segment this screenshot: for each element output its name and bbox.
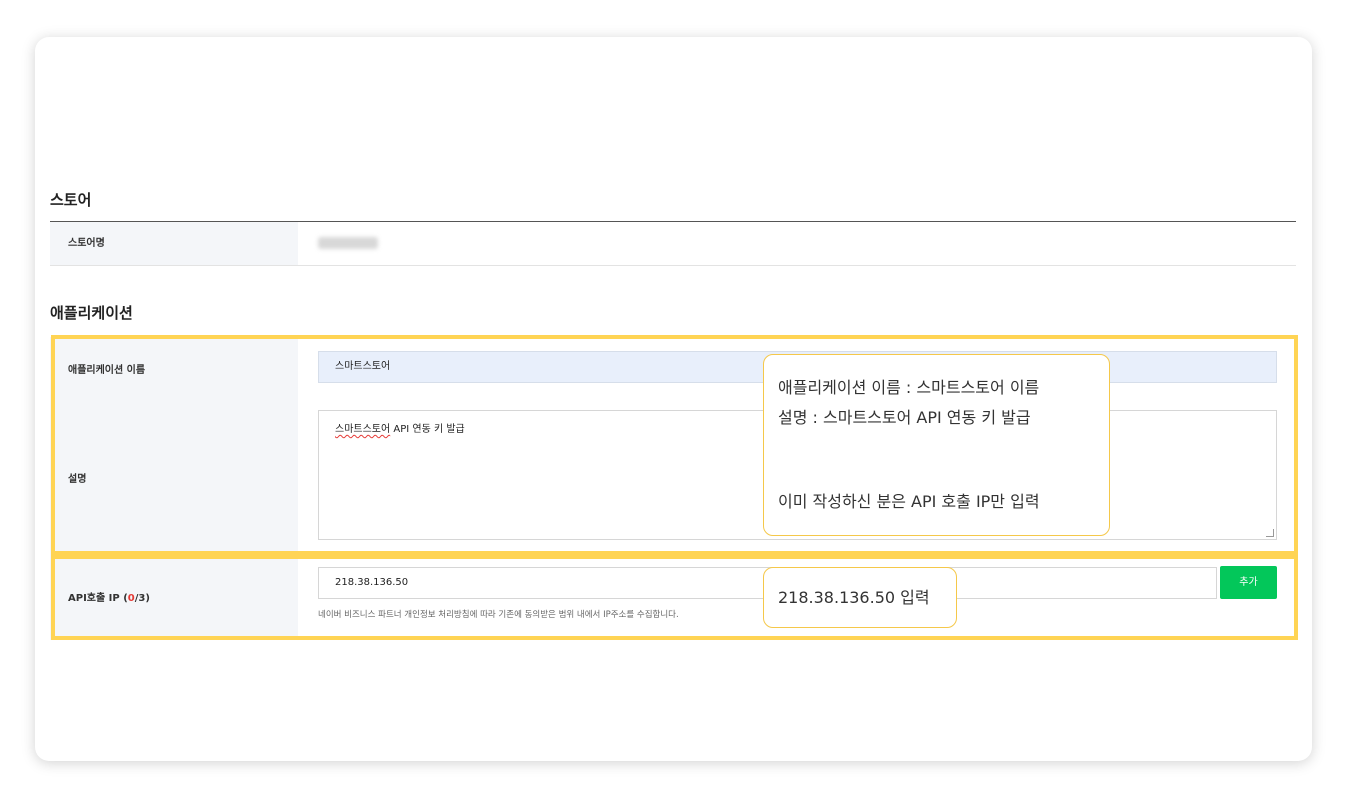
api-ip-label: API호출 IP (0/3) (68, 589, 150, 604)
add-ip-button[interactable]: 추가 (1220, 566, 1277, 599)
resize-grip-icon[interactable] (1266, 529, 1274, 537)
description-text: API 연동 키 발급 (390, 424, 465, 435)
api-ip-label-prefix: API호출 IP ( (68, 593, 128, 604)
callout-line-1: 애플리케이션 이름 : 스마트스토어 이름 (778, 378, 1040, 397)
store-name-label: 스토어명 (50, 222, 298, 265)
store-name-value-redacted (318, 237, 378, 249)
callout-app-instructions: 애플리케이션 이름 : 스마트스토어 이름 설명 : 스마트스토어 API 연동… (763, 354, 1110, 536)
callout-ip-instruction: 218.38.136.50 입력 (763, 567, 957, 628)
callout-line-3: 이미 작성하신 분은 API 호출 IP만 입력 (778, 492, 1040, 511)
app-name-label: 애플리케이션 이름 (68, 365, 146, 376)
api-ip-count: 0 (127, 593, 135, 604)
ip-collection-notice: 네이버 비즈니스 파트너 개인정보 처리방침에 따라 기존에 동의받은 범위 내… (318, 610, 679, 620)
description-spellcheck-word: 스마트스토어 (335, 424, 391, 435)
description-label: 설명 (68, 474, 87, 485)
api-ip-label-suffix: /3) (134, 593, 150, 604)
app-section-title: 애플리케이션 (50, 304, 133, 322)
callout-line-2: 설명 : 스마트스토어 API 연동 키 발급 (778, 408, 1031, 427)
store-section-title: 스토어 (50, 191, 92, 209)
store-name-row: 스토어명 (50, 222, 1296, 266)
